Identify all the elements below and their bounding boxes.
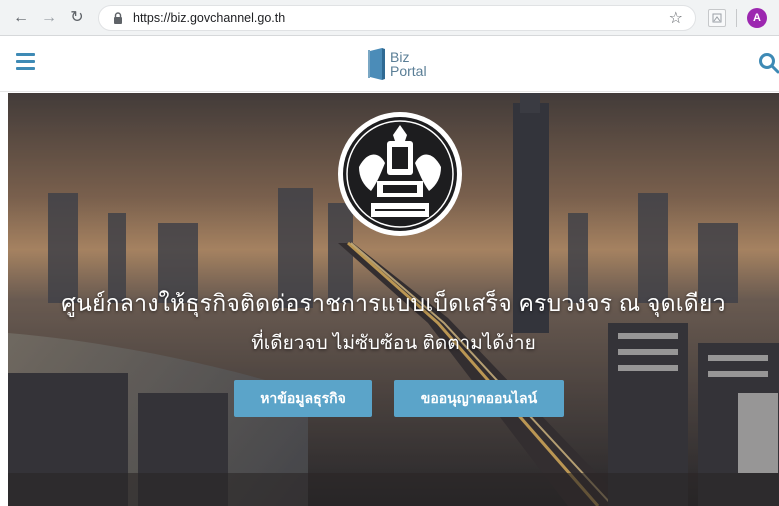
toolbar-divider (736, 8, 737, 27)
star-icon[interactable]: ☆ (669, 8, 683, 28)
logo-text-portal: Portal (390, 63, 427, 79)
logo-text-biz: Biz (390, 49, 410, 65)
profile-avatar[interactable]: A (747, 7, 767, 28)
address-bar[interactable]: https://biz.govchannel.go.th ☆ (98, 4, 696, 31)
extension-icon[interactable] (708, 8, 726, 27)
bizportal-logo[interactable]: Biz Portal (368, 44, 427, 84)
search-icon[interactable] (758, 52, 779, 74)
search-business-button[interactable]: หาข้อมูลธุรกิจ (234, 380, 372, 417)
url-text: https://biz.govchannel.go.th (133, 10, 286, 25)
back-arrow-icon[interactable]: ← (10, 7, 32, 29)
page-margin (0, 92, 8, 506)
thai-government-emblem (338, 112, 462, 236)
lock-icon (114, 11, 122, 24)
hero-subline: ที่เดียวจบ ไม่ซับซ้อน ติดตามได้ง่าย (251, 333, 536, 354)
menu-icon[interactable] (16, 53, 36, 73)
hero-banner: ศูนย์กลางให้ธุรกิจติดต่อราชการแบบเบ็ดเสร… (8, 93, 779, 506)
browser-toolbar: ← → ↻ https://biz.govchannel.go.th ☆ A (0, 0, 779, 36)
forward-arrow-icon[interactable]: → (38, 7, 60, 29)
reload-icon[interactable]: ↻ (66, 7, 88, 29)
logo-door-icon (368, 48, 385, 80)
site-header: Biz Portal (0, 36, 779, 92)
online-license-button[interactable]: ขออนุญาตออนไลน์ (394, 380, 564, 417)
hero-headline: ศูนย์กลางให้ธุรกิจติดต่อราชการแบบเบ็ดเสร… (61, 290, 726, 316)
